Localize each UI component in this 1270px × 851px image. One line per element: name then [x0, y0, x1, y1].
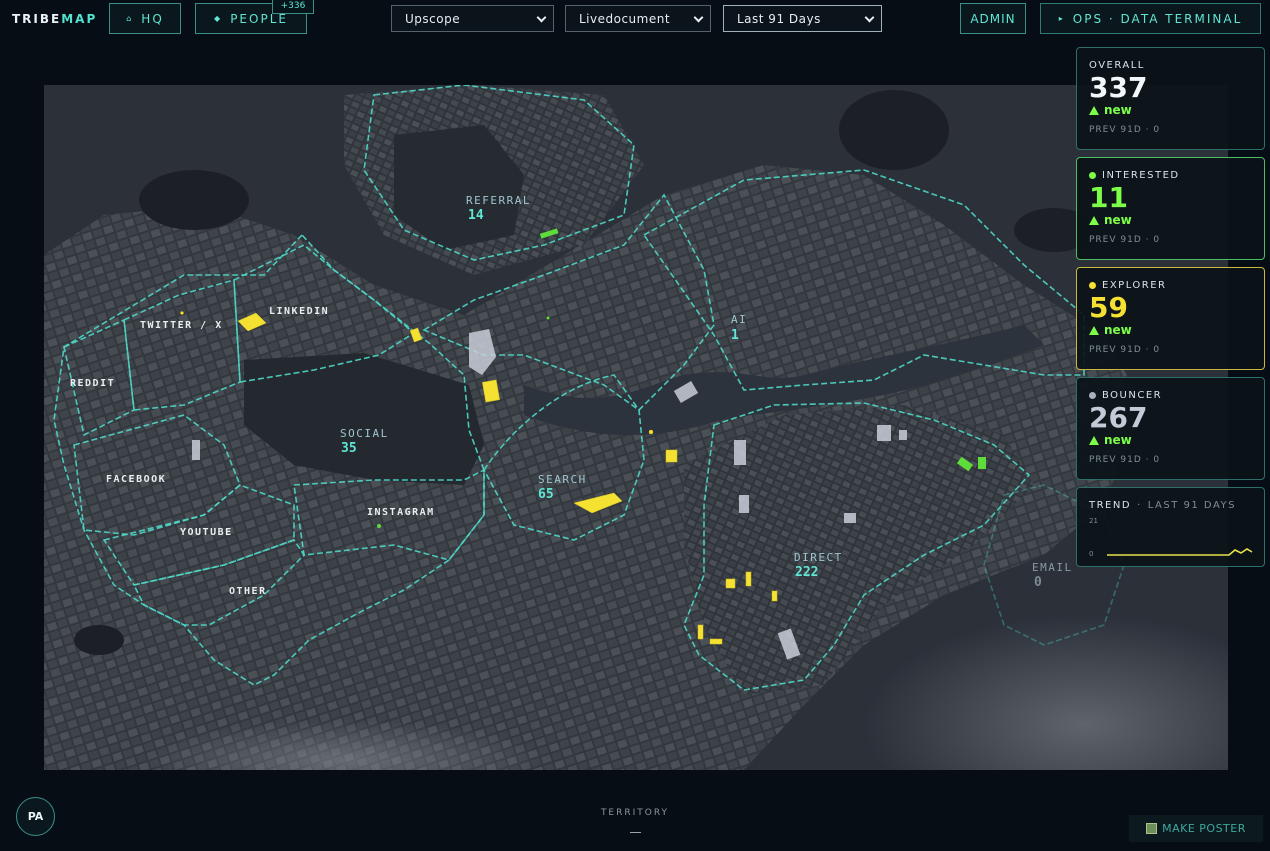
bouncer-value: 267 — [1089, 401, 1148, 434]
make-poster-label: MAKE POSTER — [1162, 822, 1246, 835]
stat-card-overall[interactable]: OVERALL 337 new PREV 91D · 0 — [1076, 47, 1265, 150]
zone-count-direct: 222 — [795, 565, 819, 580]
zone-label-instagram[interactable]: INSTAGRAM — [367, 507, 435, 518]
arrow-up-icon — [1089, 325, 1099, 335]
territory-value — [630, 832, 641, 833]
app-logo[interactable]: TRIBEMAP — [12, 12, 97, 26]
play-icon: ▸ — [1058, 14, 1065, 23]
stat-card-bouncer[interactable]: BOUNCER 267 new PREV 91D · 0 — [1076, 377, 1265, 480]
zone-label-referral[interactable]: REFERRAL — [466, 194, 531, 207]
explorer-delta-text: new — [1104, 323, 1132, 337]
admin-label: ADMIN — [970, 11, 1016, 26]
bouncer-delta: new — [1089, 433, 1252, 447]
explorer-prev: PREV 91D · 0 — [1089, 345, 1161, 355]
explorer-delta: new — [1089, 323, 1252, 337]
user-avatar[interactable]: PA — [16, 797, 55, 836]
overall-delta-text: new — [1104, 103, 1132, 117]
stat-label: BOUNCER — [1089, 390, 1252, 401]
zone-label-email[interactable]: EMAIL — [1032, 561, 1073, 574]
zone-label-ai[interactable]: AI — [731, 313, 747, 326]
explorer-label: EXPLORER — [1102, 280, 1167, 291]
stat-card-interested[interactable]: INTERESTED 11 new PREV 91D · 0 — [1076, 157, 1265, 260]
trend-ymin: 0 — [1089, 550, 1093, 558]
arrow-up-icon — [1089, 435, 1099, 445]
zone-label-reddit[interactable]: REDDIT — [70, 378, 115, 389]
date-range-value: Last 91 Days — [737, 11, 821, 26]
chevron-down-icon — [536, 12, 547, 23]
logo-accent: MAP — [61, 12, 98, 26]
stat-card-explorer[interactable]: EXPLORER 59 new PREV 91D · 0 — [1076, 267, 1265, 370]
make-poster-button[interactable]: MAKE POSTER — [1129, 815, 1263, 842]
source-select[interactable]: Upscope — [391, 5, 554, 32]
zone-label-twitter[interactable]: TWITTER / X — [140, 320, 223, 331]
ops-terminal-button[interactable]: ▸ OPS · DATA TERMINAL — [1040, 3, 1261, 34]
interested-prev: PREV 91D · 0 — [1089, 235, 1161, 245]
stat-label: OVERALL — [1089, 60, 1252, 71]
trend-separator: · — [1137, 500, 1142, 511]
overall-label: OVERALL — [1089, 60, 1145, 71]
overall-value: 337 — [1089, 71, 1148, 104]
people-count-badge: +336 — [272, 0, 314, 14]
arrow-up-icon — [1089, 215, 1099, 225]
document-select-value: Livedocument — [579, 11, 671, 26]
bouncer-delta-text: new — [1104, 433, 1132, 447]
source-select-value: Upscope — [405, 11, 461, 26]
status-dot-icon — [1089, 282, 1096, 289]
trend-ymax: 21 — [1089, 517, 1098, 525]
hq-button[interactable]: ⌂ HQ — [109, 3, 181, 34]
bouncer-label: BOUNCER — [1102, 390, 1163, 401]
home-icon: ⌂ — [126, 14, 134, 23]
top-bar: TRIBEMAP ⌂ HQ ◆ PEOPLE +336 Upscope Live… — [0, 0, 1270, 40]
zone-count-social: 35 — [341, 441, 357, 456]
trend-range: LAST 91 DAYS — [1147, 500, 1236, 511]
interested-delta-text: new — [1104, 213, 1132, 227]
zone-label-facebook[interactable]: FACEBOOK — [106, 474, 166, 485]
zone-count-search: 65 — [538, 487, 554, 502]
date-range-select[interactable]: Last 91 Days — [723, 5, 882, 32]
explorer-value: 59 — [1089, 291, 1128, 324]
trend-line — [1107, 548, 1253, 556]
zone-count-referral: 14 — [468, 208, 484, 223]
zone-count-email: 0 — [1034, 575, 1042, 590]
map-canvas — [44, 85, 1228, 770]
hq-label: HQ — [141, 11, 164, 26]
status-dot-icon — [1089, 392, 1096, 399]
zone-label-other[interactable]: OTHER — [229, 586, 267, 597]
zone-label-social[interactable]: SOCIAL — [340, 427, 389, 440]
arrow-up-icon — [1089, 105, 1099, 115]
ops-label: OPS · DATA TERMINAL — [1072, 11, 1243, 26]
trend-header: TREND · LAST 91 DAYS — [1089, 500, 1252, 511]
interested-delta: new — [1089, 213, 1252, 227]
zone-label-linkedin[interactable]: LINKEDIN — [269, 306, 329, 317]
overall-prev: PREV 91D · 0 — [1089, 125, 1161, 135]
bouncer-prev: PREV 91D · 0 — [1089, 455, 1161, 465]
stat-card-trend[interactable]: TREND · LAST 91 DAYS 21 0 — [1076, 487, 1265, 567]
interested-value: 11 — [1089, 181, 1128, 214]
stat-label: INTERESTED — [1089, 170, 1252, 181]
diamond-icon: ◆ — [214, 14, 223, 23]
chevron-down-icon — [864, 12, 875, 23]
chevron-down-icon — [693, 12, 704, 23]
admin-button[interactable]: ADMIN — [960, 3, 1026, 34]
zone-label-youtube[interactable]: YOUTUBE — [180, 527, 233, 538]
zone-count-ai: 1 — [731, 328, 739, 343]
logo-primary: TRIBE — [12, 12, 62, 26]
territory-label: TERRITORY — [600, 808, 670, 818]
trend-sparkline: 21 0 — [1089, 517, 1253, 558]
interested-label: INTERESTED — [1102, 170, 1180, 181]
zone-label-direct[interactable]: DIRECT — [794, 551, 843, 564]
status-dot-icon — [1089, 172, 1096, 179]
overall-delta: new — [1089, 103, 1252, 117]
stat-label: EXPLORER — [1089, 280, 1252, 291]
territory-map[interactable]: REFERRAL 14 LINKEDIN TWITTER / X REDDIT … — [44, 85, 1228, 770]
zone-label-search[interactable]: SEARCH — [538, 473, 587, 486]
document-select[interactable]: Livedocument — [565, 5, 711, 32]
trend-label: TREND — [1089, 500, 1132, 511]
image-icon — [1146, 823, 1158, 834]
